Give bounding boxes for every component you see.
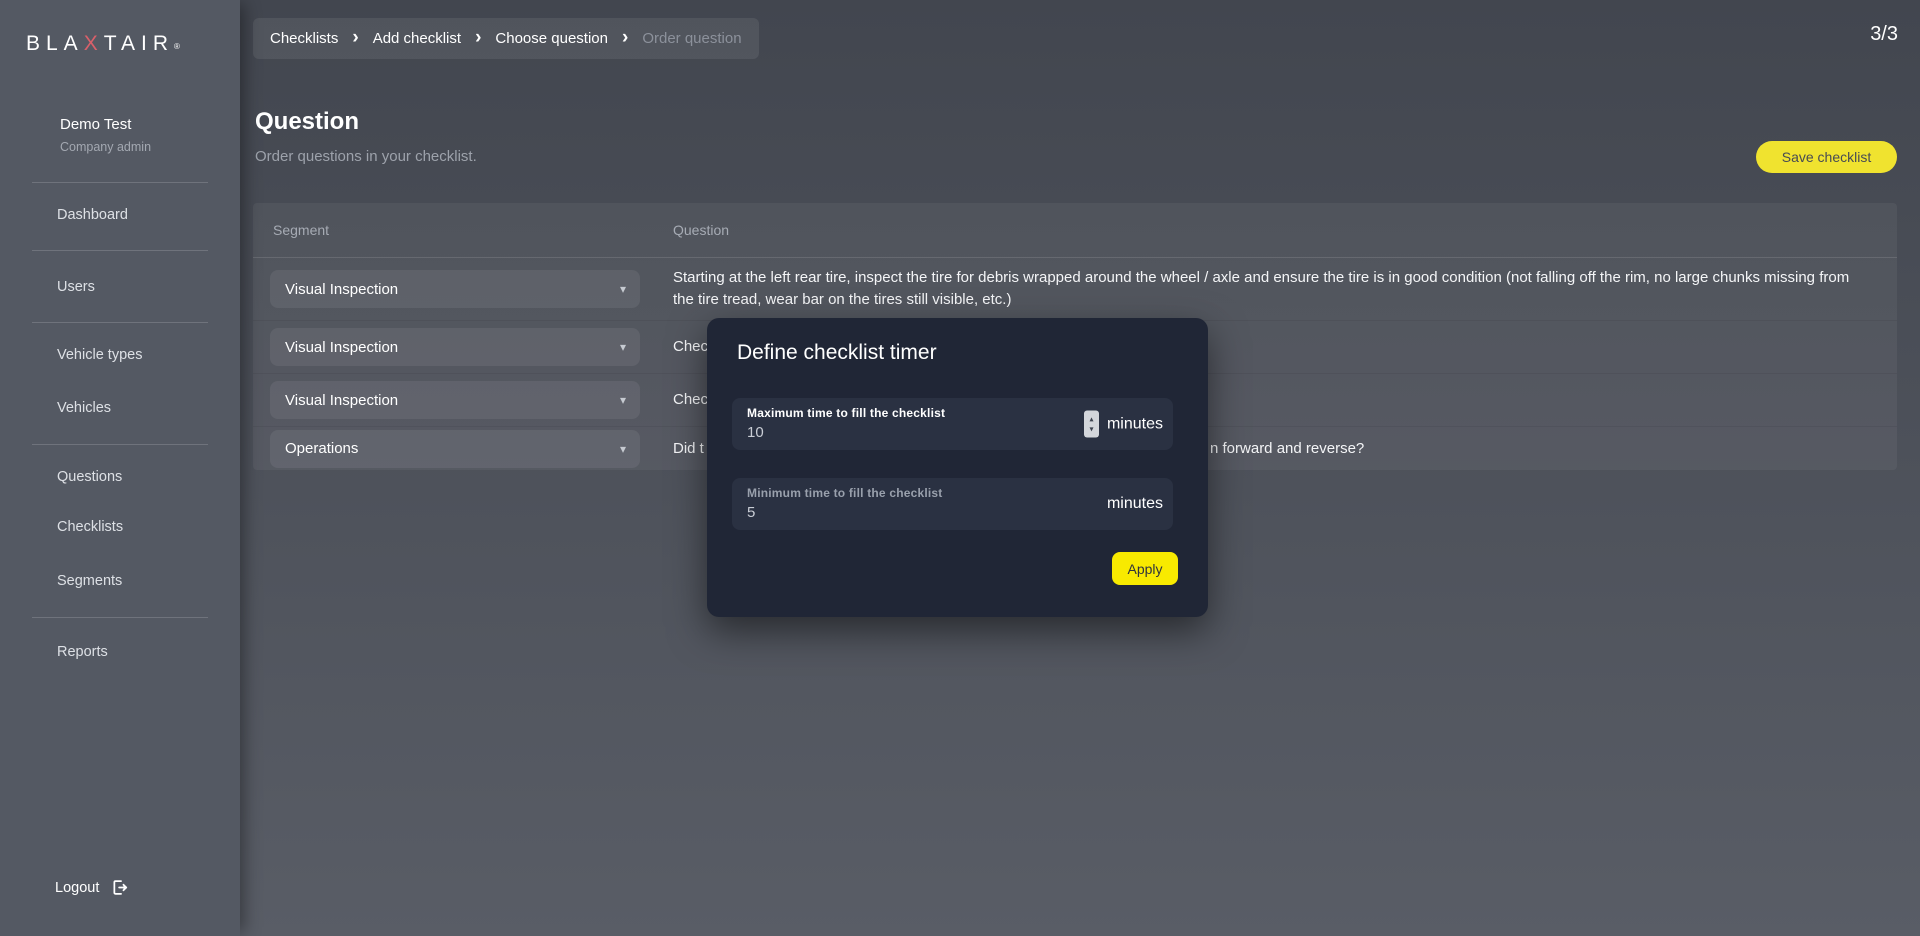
- caret-down-icon: ▾: [620, 282, 626, 296]
- question-text-content: Chec: [673, 389, 708, 411]
- sidebar-item-vehicle-types[interactable]: Vehicle types: [57, 347, 142, 363]
- segment-select-value: Visual Inspection: [285, 392, 398, 409]
- caret-down-icon: ▾: [620, 442, 626, 456]
- user-name: Demo Test: [60, 116, 151, 133]
- sidebar-item-segments[interactable]: Segments: [57, 573, 122, 589]
- sidebar-item-dashboard[interactable]: Dashboard: [57, 207, 128, 223]
- breadcrumb-item-checklists[interactable]: Checklists: [270, 30, 338, 47]
- segment-select[interactable]: Visual Inspection ▾: [270, 328, 640, 366]
- breadcrumb-item-add-checklist[interactable]: Add checklist: [373, 30, 461, 47]
- page-subtitle: Order questions in your checklist.: [255, 148, 477, 165]
- app-root: BLAXTAIR® Demo Test Company admin Dashbo…: [0, 0, 1920, 936]
- sidebar-divider: [32, 182, 208, 183]
- segment-select-value: Visual Inspection: [285, 339, 398, 356]
- segment-select-value: Operations: [285, 440, 358, 457]
- user-role: Company admin: [60, 140, 151, 154]
- chevron-right-icon: ›: [475, 28, 481, 47]
- logout-button[interactable]: Logout: [55, 878, 129, 897]
- logo-text-post: TAIR: [104, 32, 174, 55]
- segment-select[interactable]: Visual Inspection ▾: [270, 270, 640, 308]
- sidebar-divider: [32, 617, 208, 618]
- min-time-right: minutes: [1107, 495, 1163, 513]
- breadcrumb-item-order-question: Order question: [642, 30, 741, 47]
- page-title: Question: [255, 108, 359, 136]
- chevron-right-icon: ›: [622, 28, 628, 47]
- question-text-content: n forward and reverse?: [1210, 438, 1364, 460]
- question-text-content: Chec: [673, 336, 708, 358]
- sidebar-item-vehicles[interactable]: Vehicles: [57, 400, 111, 416]
- define-checklist-timer-dialog: Define checklist timer Maximum time to f…: [707, 318, 1208, 617]
- max-time-right: ▴ ▾ minutes: [1084, 411, 1163, 438]
- min-time-label: Minimum time to fill the checklist: [747, 486, 1163, 500]
- sidebar-item-reports[interactable]: Reports: [57, 644, 108, 660]
- caret-down-icon: ▾: [620, 393, 626, 407]
- logout-label: Logout: [55, 880, 99, 896]
- max-time-unit: minutes: [1107, 415, 1163, 433]
- registered-mark: ®: [174, 42, 180, 51]
- sidebar-item-users[interactable]: Users: [57, 279, 95, 295]
- spinner-down-icon[interactable]: ▾: [1089, 424, 1093, 434]
- spinner-up-icon[interactable]: ▴: [1089, 414, 1093, 424]
- sidebar-divider: [32, 444, 208, 445]
- brand-logo: BLAXTAIR®: [26, 32, 180, 56]
- segment-select-value: Visual Inspection: [285, 281, 398, 298]
- chevron-right-icon: ›: [352, 28, 358, 47]
- column-header-question: Question: [673, 222, 1897, 238]
- logout-icon: [110, 878, 129, 897]
- min-time-input[interactable]: 5: [747, 504, 1163, 521]
- save-checklist-button[interactable]: Save checklist: [1756, 141, 1897, 173]
- number-spinner[interactable]: ▴ ▾: [1084, 411, 1099, 438]
- segment-select[interactable]: Visual Inspection ▾: [270, 381, 640, 419]
- segment-select[interactable]: Operations ▾: [270, 430, 640, 468]
- caret-down-icon: ▾: [620, 340, 626, 354]
- step-indicator: 3/3: [1870, 23, 1898, 46]
- question-text-content: Starting at the left rear tire, inspect …: [673, 267, 1871, 311]
- question-text: Starting at the left rear tire, inspect …: [673, 258, 1897, 320]
- logo-text-pre: BLA: [26, 32, 84, 55]
- sidebar-divider: [32, 322, 208, 323]
- breadcrumb-item-choose-question[interactable]: Choose question: [495, 30, 608, 47]
- min-time-field[interactable]: Minimum time to fill the checklist 5 min…: [732, 478, 1173, 530]
- sidebar-item-questions[interactable]: Questions: [57, 469, 122, 485]
- min-time-unit: minutes: [1107, 495, 1163, 513]
- max-time-field[interactable]: Maximum time to fill the checklist 10 ▴ …: [732, 398, 1173, 450]
- table-row: Visual Inspection ▾ Starting at the left…: [253, 258, 1897, 320]
- column-header-segment: Segment: [253, 222, 673, 238]
- sidebar-divider: [32, 250, 208, 251]
- user-block: Demo Test Company admin: [60, 116, 151, 154]
- apply-button[interactable]: Apply: [1112, 552, 1178, 585]
- sidebar: BLAXTAIR® Demo Test Company admin Dashbo…: [0, 0, 240, 936]
- dialog-title: Define checklist timer: [737, 341, 937, 365]
- breadcrumb: Checklists › Add checklist › Choose ques…: [253, 18, 759, 59]
- logo-accent-letter: X: [84, 32, 104, 55]
- sidebar-item-checklists[interactable]: Checklists: [57, 519, 123, 535]
- question-text-content: Did t: [673, 438, 704, 460]
- table-header-row: Segment Question: [253, 203, 1897, 258]
